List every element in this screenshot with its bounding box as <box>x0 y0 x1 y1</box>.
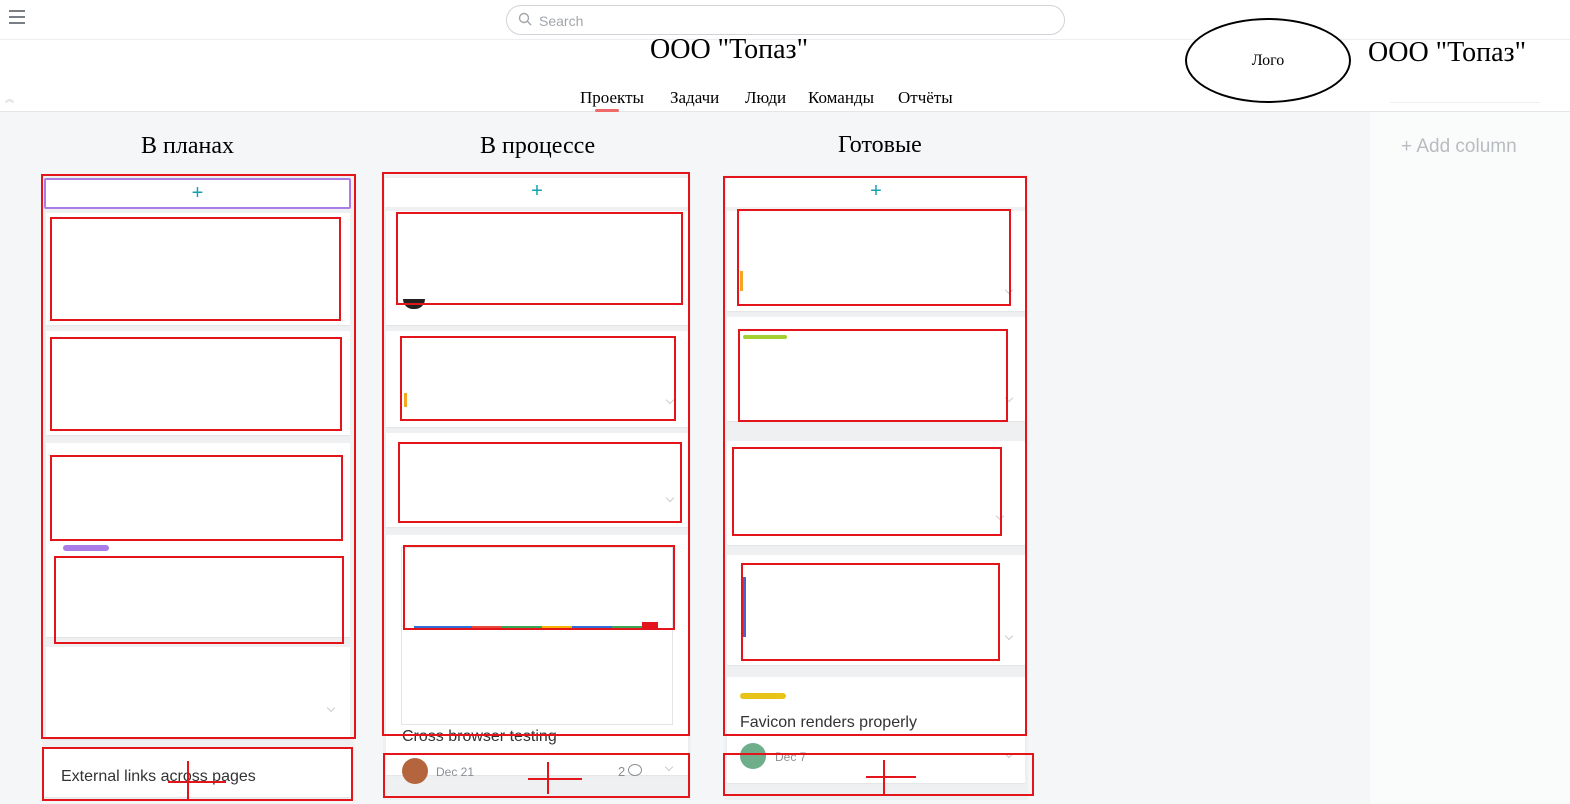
nav-projects[interactable]: Проекты <box>580 88 644 108</box>
column-title-in-progress: В процессе <box>480 133 596 159</box>
column-planned: + External links across pages <box>42 175 354 800</box>
preview-bar <box>542 626 572 629</box>
top-bar: ООО "Топаз" Лого ООО "Топаз" Проекты Зад… <box>0 0 1570 112</box>
nav-people[interactable]: Люди <box>745 88 786 108</box>
task-card[interactable] <box>727 555 1025 665</box>
task-card-external-links[interactable]: External links across pages <box>44 749 351 797</box>
chevron-down-icon[interactable] <box>1004 749 1014 759</box>
task-title: External links across pages <box>61 768 256 785</box>
task-card[interactable] <box>727 317 1025 421</box>
attachment-preview[interactable] <box>401 547 673 725</box>
color-marker <box>404 393 407 407</box>
chevron-down-icon[interactable] <box>664 762 674 772</box>
comment-bubble-icon[interactable] <box>628 764 642 776</box>
preview-bar <box>572 626 612 629</box>
task-card[interactable] <box>386 331 688 427</box>
chevron-down-icon[interactable] <box>665 493 675 503</box>
preview-bar <box>612 626 642 629</box>
logo-label: Лого <box>1251 52 1285 69</box>
column-in-progress: + Cross browser testing Dec 21 2 <box>383 175 691 800</box>
avatar[interactable] <box>740 743 766 769</box>
chevron-down-icon[interactable] <box>1004 285 1014 295</box>
due-date: Dec 21 <box>436 765 475 779</box>
annotation-cross <box>866 776 916 778</box>
tag-yellow <box>740 693 786 699</box>
tag-purple <box>63 545 109 551</box>
avatar <box>403 299 425 309</box>
logo: Лого <box>1185 18 1351 103</box>
add-task-button[interactable]: + <box>44 178 351 209</box>
chevron-down-icon[interactable] <box>665 395 675 405</box>
comment-count: 2 <box>618 764 626 779</box>
add-column-button[interactable]: + Add column <box>1401 136 1517 158</box>
chevron-down-icon[interactable] <box>1004 631 1014 641</box>
preview-bar <box>446 626 472 629</box>
task-card[interactable] <box>727 441 1025 545</box>
right-panel <box>1370 112 1570 804</box>
nav-reports[interactable]: Отчёты <box>898 88 953 108</box>
task-card[interactable] <box>386 433 688 527</box>
due-date: Dec 7 <box>775 750 807 764</box>
task-card[interactable] <box>386 211 688 325</box>
add-task-button[interactable]: + <box>726 178 1026 207</box>
annotation-cross <box>547 762 549 794</box>
search-input[interactable] <box>539 11 1039 31</box>
nav-active-underline <box>595 109 619 112</box>
task-card[interactable] <box>46 213 350 325</box>
avatar[interactable] <box>402 758 428 784</box>
column-title-planned: В планах <box>141 133 234 159</box>
color-marker <box>743 577 746 637</box>
chevron-down-icon[interactable] <box>326 703 336 713</box>
divider <box>1390 102 1540 103</box>
search-box[interactable] <box>506 5 1065 35</box>
task-title: Favicon renders properly <box>740 714 917 731</box>
preview-bar <box>642 622 658 629</box>
app: ООО "Топаз" Лого ООО "Топаз" Проекты Зад… <box>0 0 1570 804</box>
preview-bar <box>472 626 502 629</box>
preview-bar <box>414 626 446 629</box>
color-marker <box>740 271 743 291</box>
tag-green <box>743 335 787 339</box>
search-icon <box>518 12 532 26</box>
task-title: Cross browser testing <box>402 728 557 745</box>
nav-teams[interactable]: Команды <box>808 88 874 108</box>
annotation-cross <box>168 781 226 783</box>
task-card[interactable] <box>727 211 1025 311</box>
chevron-down-icon[interactable] <box>1004 393 1014 403</box>
task-card-cross-browser[interactable]: Cross browser testing Dec 21 2 <box>386 535 688 784</box>
column-done: + Favicon renders properly Dec 7 <box>724 175 1028 800</box>
annotation-cross <box>883 760 885 794</box>
collapse-icon[interactable]: ︽ <box>5 92 14 105</box>
task-card[interactable] <box>46 331 350 435</box>
column-title-done: Готовые <box>838 132 922 158</box>
chevron-down-icon[interactable] <box>995 511 1005 521</box>
add-task-button[interactable]: + <box>385 178 689 207</box>
company-name-center: ООО "Топаз" <box>650 34 808 65</box>
annotation-cross <box>528 778 582 780</box>
task-card[interactable] <box>46 443 350 637</box>
task-card-favicon[interactable]: Favicon renders properly Dec 7 <box>727 677 1025 783</box>
annotation-cross <box>187 761 189 801</box>
nav-tasks[interactable]: Задачи <box>670 88 719 108</box>
task-card[interactable] <box>46 647 350 739</box>
hamburger-icon[interactable] <box>9 10 25 26</box>
company-name-right: ООО "Топаз" <box>1368 37 1526 68</box>
preview-bar <box>502 626 542 629</box>
